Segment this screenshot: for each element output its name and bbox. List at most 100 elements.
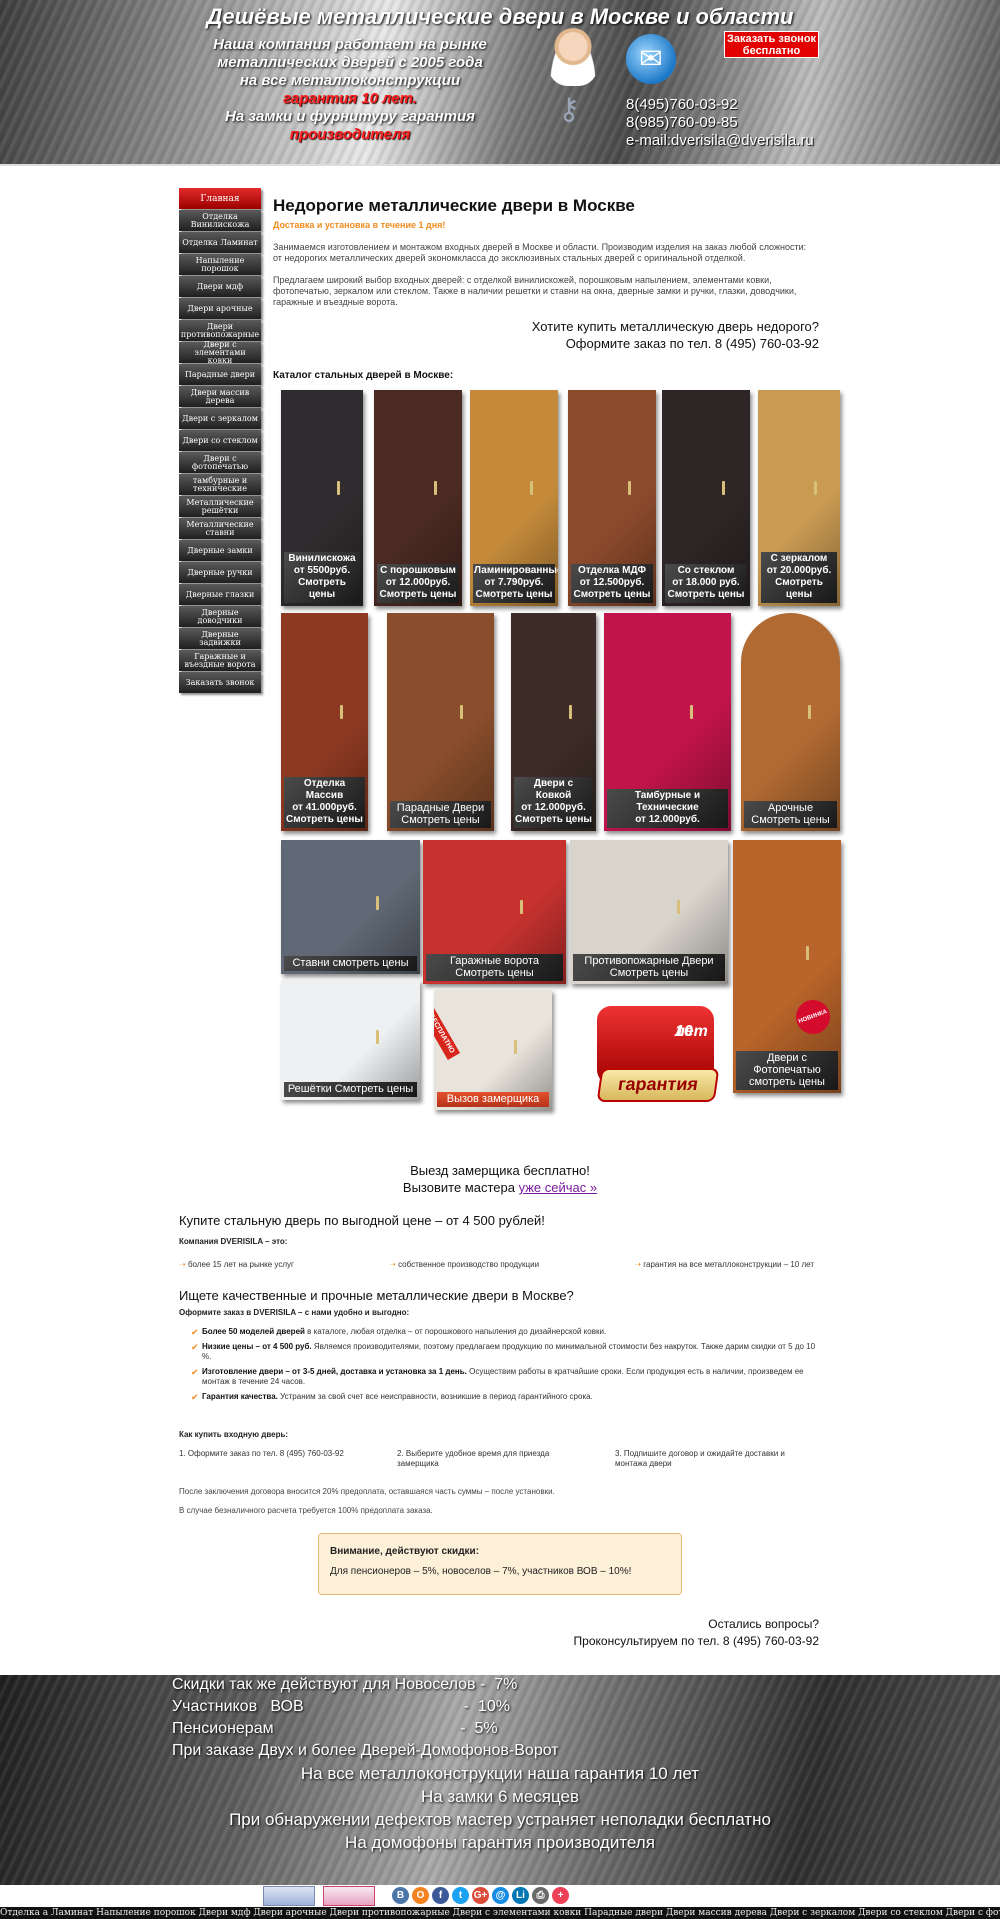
- benefit-text: Устраним за свой счет все неисправности,…: [277, 1392, 593, 1401]
- door-handle-icon: [459, 704, 463, 719]
- sidebar-item-mirror[interactable]: Двери с зеркалом: [179, 408, 261, 429]
- howto-step: 2. Выберите удобное время для приезда за…: [397, 1449, 550, 1468]
- header-contacts: 8(495)760-03-92 8(985)760-09-85 e-mail:d…: [626, 96, 814, 150]
- catalog-item-grilles[interactable]: Решётки Смотреть цены: [281, 980, 420, 1100]
- linkedin-share-icon[interactable]: Li: [512, 1887, 529, 1904]
- sidebar-item-solid-wood[interactable]: Двери массив дерева: [179, 386, 261, 407]
- catalog-item-photo-print[interactable]: НОВИНКА Двери с Фотопечатью смотреть цен…: [733, 840, 841, 1093]
- catalog-item-vestibule[interactable]: Тамбурные и Технические от 12.000руб.: [604, 613, 731, 831]
- site-header: Дешёвые металлические двери в Москве и о…: [0, 0, 1000, 166]
- sidebar-item-shutters[interactable]: Металлические ставни: [179, 518, 261, 539]
- mail-share-icon[interactable]: @: [492, 1887, 509, 1904]
- sidebar-item-photo[interactable]: Двери с фотопечатью: [179, 452, 261, 473]
- catalog-item-garage-gates[interactable]: Гаражные ворота Смотреть цены: [423, 840, 566, 984]
- google-plus-share-icon[interactable]: G+: [472, 1887, 489, 1904]
- catalog-item-laminate[interactable]: Ламинированные от 7.790руб. Смотреть цен…: [470, 390, 558, 606]
- questions-line: Остались вопросы?: [708, 1617, 819, 1631]
- phone-1[interactable]: 8(495)760-03-92: [626, 96, 814, 114]
- sidebar-item-closers[interactable]: Дверные доводчики: [179, 606, 261, 627]
- sidebar-item-locks[interactable]: Дверные замки: [179, 540, 261, 561]
- vk-share-icon[interactable]: В: [392, 1887, 409, 1904]
- site-title: Дешёвые металлические двери в Москве и о…: [206, 4, 794, 29]
- sidebar-item-gates[interactable]: Гаражные и въездные ворота: [179, 650, 261, 671]
- catalog-item-fireproof[interactable]: Противопожарные Двери Смотреть цены: [570, 840, 728, 984]
- sidebar-item-front[interactable]: Парадные двери: [179, 364, 261, 385]
- catalog-caption: С зеркалом от 20.000руб. Смотреть цены: [761, 552, 837, 603]
- door-handle-icon: [721, 480, 725, 495]
- locks-guarantee-text: На замки и фурнитуру гарантия: [225, 108, 475, 125]
- intro-paragraph: Предлагаем широкий выбор входных дверей:…: [273, 275, 797, 307]
- door-handle-icon: [690, 704, 694, 719]
- sidebar-item-powder[interactable]: Напыление порошок: [179, 254, 261, 275]
- door-handle-icon: [340, 704, 344, 719]
- guarantee-text: гарантия 10 лет.: [283, 90, 417, 107]
- sidebar-item-home[interactable]: Главная: [179, 188, 261, 209]
- benefits-list: Более 50 моделей дверей в каталоге, люба…: [190, 1327, 820, 1402]
- catalog-item-measurer-call[interactable]: БЕСПЛАТНО Вызов замерщика: [434, 990, 552, 1110]
- novelty-badge: НОВИНКА: [791, 995, 835, 1039]
- catalog-caption: Отделка Массив от 41.000руб. Смотреть це…: [284, 777, 365, 828]
- rating-counter-badge[interactable]: [323, 1886, 375, 1906]
- buy-cta-question: Хотите купить металлическую дверь недоро…: [531, 319, 819, 334]
- slogan-line: Наша компания работает на рынке: [213, 36, 487, 53]
- door-handle-icon: [627, 480, 631, 495]
- sidebar-item-vestibule[interactable]: тамбурные и технические: [179, 474, 261, 495]
- catalog-caption: Гаражные ворота Смотреть цены: [426, 954, 563, 981]
- sidebar-item-mdf[interactable]: Двери мдф: [179, 276, 261, 297]
- twitter-share-icon[interactable]: t: [452, 1887, 469, 1904]
- sidebar-item-latches[interactable]: Дверные задвижки: [179, 628, 261, 649]
- sidebar-item-callback[interactable]: Заказать звонок: [179, 672, 261, 693]
- measurer-visit: Выезд замерщика бесплатно! Вызовите маст…: [0, 1162, 1000, 1196]
- door-handle-icon: [808, 704, 812, 719]
- prepayment-note: После заключения договора вносится 20% п…: [179, 1487, 555, 1496]
- buy-cta-phone: Оформите заказ по тел. 8 (495) 760-03-92: [565, 336, 819, 351]
- door-handle-icon: [336, 480, 340, 495]
- footer-discount-line: Скидки так же действуют для Новоселов - …: [172, 1676, 518, 1693]
- catalog-item-mirror[interactable]: С зеркалом от 20.000руб. Смотреть цены: [758, 390, 840, 606]
- catalog-item-shutters[interactable]: Ставни смотреть цены: [281, 840, 420, 974]
- sidebar-item-handles[interactable]: Дверные ручки: [179, 562, 261, 583]
- free-ribbon-label: БЕСПЛАТНО: [434, 1012, 456, 1055]
- phone-2[interactable]: 8(985)760-09-85: [626, 114, 814, 132]
- sidebar-item-forged[interactable]: Двери с элементами ковки: [179, 340, 261, 364]
- catalog-item-mdf[interactable]: Отделка МДФ от 12.500руб. Смотреть цены: [568, 390, 656, 606]
- benefit-title: Более 50 моделей дверей: [202, 1327, 305, 1336]
- catalog-item-front-doors[interactable]: Парадные Двери Смотреть цены: [387, 613, 494, 831]
- catalog-item-vinyl[interactable]: Винилискожа от 5500руб. Смотреть цены: [281, 390, 363, 606]
- share-buttons: В О f t G+ @ Li ⎙ +: [392, 1887, 569, 1904]
- sidebar-item-vinyl[interactable]: Отделка Винилискожа: [179, 210, 261, 231]
- menu-ticker[interactable]: Отделка а Ламинат Напыление порошок Двер…: [0, 1907, 1000, 1919]
- sidebar-item-peepholes[interactable]: Дверные глазки: [179, 584, 261, 605]
- call-master-link[interactable]: уже сейчас »: [519, 1180, 598, 1195]
- sidebar-item-grilles[interactable]: Металлические решётки: [179, 496, 261, 517]
- perk-item: собственное производство продукции: [389, 1260, 539, 1269]
- catalog-item-glass[interactable]: Со стеклом от 18.000 руб. Смотреть цены: [662, 390, 750, 606]
- footer-guarantee-line: На все металлоконструкции наша гарантия …: [300, 1764, 700, 1783]
- about-heading: Купите стальную дверь по выгодной цене –…: [179, 1213, 545, 1228]
- door-handle-icon: [520, 900, 524, 915]
- company-label: Компания DVERISILA – это:: [179, 1237, 288, 1246]
- visit-counter-badge[interactable]: [263, 1886, 315, 1906]
- sidebar-item-fireproof[interactable]: Двери противопожарные: [179, 320, 261, 341]
- sidebar-item-laminate[interactable]: Отделка Ламинат: [179, 232, 261, 253]
- perks-list: более 15 лет на рынке услуг собственное …: [179, 1260, 814, 1269]
- sidebar-item-arched[interactable]: Двери арочные: [179, 298, 261, 319]
- catalog-item-arched[interactable]: Арочные Смотреть цены: [741, 613, 840, 831]
- catalog-item-forged[interactable]: Двери с Ковкой от 12.000руб. Смотреть це…: [511, 613, 596, 831]
- intro-text: Занимаемся изготовлением и монтажом вход…: [273, 242, 808, 308]
- catalog-item-solid-wood[interactable]: Отделка Массив от 41.000руб. Смотреть це…: [281, 613, 368, 831]
- more-share-icon[interactable]: +: [552, 1887, 569, 1904]
- warranty-years: лет: [675, 1023, 708, 1040]
- why-section: Ищете качественные и прочные металлическ…: [179, 1288, 819, 1407]
- catalog-item-powder[interactable]: С порошковым от 12.000руб. Смотреть цены: [374, 390, 462, 606]
- door-handle-icon: [433, 480, 437, 495]
- ok-share-icon[interactable]: О: [412, 1887, 429, 1904]
- email-link[interactable]: e-mail:dverisila@dverisila.ru: [626, 132, 814, 150]
- callback-button[interactable]: Заказать звонок бесплатно: [724, 31, 819, 58]
- catalog-caption: Ламинированные от 7.790руб. Смотреть цен…: [473, 564, 558, 603]
- catalog-caption: Вызов замерщика: [437, 1092, 549, 1107]
- catalog-caption: Двери с Фотопечатью смотреть цены: [736, 1051, 838, 1090]
- sidebar-item-glass[interactable]: Двери со стеклом: [179, 430, 261, 451]
- facebook-share-icon[interactable]: f: [432, 1887, 449, 1904]
- print-share-icon[interactable]: ⎙: [532, 1887, 549, 1904]
